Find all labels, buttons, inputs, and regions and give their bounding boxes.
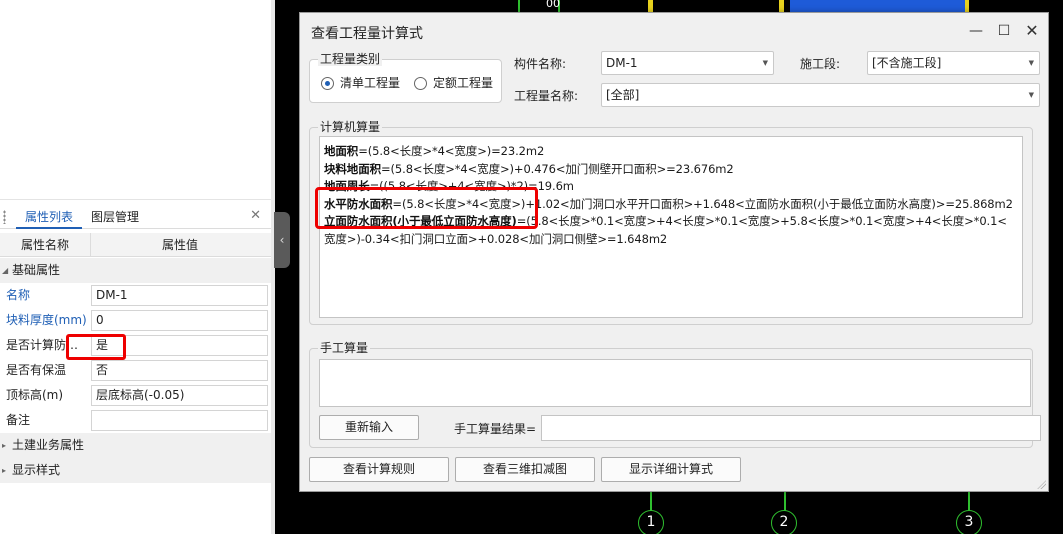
panel-tab-bar: 属性列表 图层管理 ✕: [0, 205, 271, 229]
quantity-formula-dialog: 查看工程量计算式 — ☐ ✕ 工程量类别 清单工程量 定额工程量 构件名称: D…: [299, 12, 1049, 492]
reinput-button[interactable]: 重新输入: [319, 415, 419, 440]
expand-arrow-icon[interactable]: ▸: [2, 458, 6, 483]
property-name: 是否有保温: [6, 363, 67, 377]
stage-select[interactable]: [不含施工段] ▼: [867, 51, 1040, 75]
property-name: 块料厚度(mm): [6, 313, 87, 327]
column-header-name: 属性名称: [0, 233, 91, 257]
radio-quota-quantity[interactable]: 定额工程量: [414, 74, 504, 92]
calc-line: 地面积=(5.8<长度>*4<宽度>)=23.2m2: [324, 143, 1018, 161]
calc-line-text: =(5.8<长度>*4<宽度>)=23.2m2: [358, 144, 545, 158]
select-value: [不含施工段]: [872, 56, 942, 70]
axis-bubble-1: 1: [638, 510, 664, 534]
column-header-value: 属性值: [161, 238, 198, 252]
property-value-field[interactable]: 层底标高(-0.05): [91, 385, 268, 406]
highlight-box-waterproof-area: [315, 187, 538, 229]
panel-empty-area: [0, 0, 271, 200]
property-row-thickness[interactable]: 块料厚度(mm) 0: [0, 308, 271, 333]
panel-bottom-space: [0, 483, 271, 534]
property-panel: 属性列表 图层管理 ✕ 属性名称 属性值 ◢ 基础属性 名称 DM-1 块料厚度…: [0, 0, 271, 534]
radio-label[interactable]: 定额工程量: [433, 74, 493, 92]
property-table-header: 属性名称 属性值: [0, 233, 271, 257]
group-civil-properties[interactable]: ▸ 土建业务属性: [0, 433, 271, 458]
calc-line-label: 地面积: [324, 144, 359, 158]
property-name: 顶标高(m): [6, 388, 64, 402]
axis-line-1: [650, 492, 652, 512]
quantity-name-select[interactable]: [全部] ▼: [601, 83, 1040, 107]
group-basic-properties[interactable]: ◢ 基础属性: [0, 258, 271, 283]
radio-unselected-icon[interactable]: [414, 77, 427, 90]
computer-calc-legend: 计算机算量: [318, 120, 383, 134]
property-name: 备注: [6, 413, 31, 427]
axis-line-2: [784, 492, 786, 512]
dropdown-arrow-icon[interactable]: ▼: [1029, 52, 1034, 74]
highlight-box-waterproof: [66, 334, 126, 360]
group-label: 土建业务属性: [12, 438, 85, 452]
manual-calc-group: 手工算量 重新输入 手工算量结果=: [309, 341, 1041, 448]
quantity-type-legend: 工程量类别: [318, 52, 383, 66]
collapse-panel-icon[interactable]: ‹: [274, 212, 290, 268]
axis-top-line-a: [518, 0, 520, 12]
manual-result-label: 手工算量结果=: [454, 422, 537, 436]
property-row-waterproof[interactable]: 是否计算防… 是: [0, 333, 271, 358]
quantity-name-label: 工程量名称:: [514, 89, 579, 103]
maximize-icon[interactable]: ☐: [995, 22, 1013, 40]
close-icon[interactable]: ✕: [1023, 22, 1041, 40]
drag-handle-icon[interactable]: [3, 210, 6, 224]
close-icon[interactable]: ✕: [250, 208, 261, 223]
axis-bubble-3: 3: [956, 510, 982, 534]
axis-line-3: [968, 492, 970, 512]
resize-grip-icon[interactable]: [1036, 479, 1046, 489]
select-value: [全部]: [606, 88, 640, 102]
calc-line-text: =(5.8<长度>*4<宽度>)+0.476<加门侧壁开口面积>=23.676m…: [381, 161, 734, 176]
dialog-title: 查看工程量计算式: [311, 26, 423, 42]
collapse-arrow-icon[interactable]: ◢: [2, 258, 8, 283]
property-value-field[interactable]: DM-1: [91, 285, 268, 306]
radio-selected-icon[interactable]: [321, 77, 334, 90]
group-label: 基础属性: [12, 263, 61, 277]
show-detail-formula-button[interactable]: 显示详细计算式: [601, 457, 741, 482]
manual-calc-input[interactable]: [319, 359, 1031, 407]
cad-blue-element[interactable]: [790, 0, 965, 12]
expand-arrow-icon[interactable]: ▸: [2, 433, 6, 458]
property-row-remark[interactable]: 备注: [0, 408, 271, 433]
minimize-icon[interactable]: —: [967, 22, 985, 40]
property-row-insulation[interactable]: 是否有保温 否: [0, 358, 271, 383]
radio-label[interactable]: 清单工程量: [340, 74, 400, 92]
quantity-type-group: 工程量类别 清单工程量 定额工程量: [309, 52, 504, 103]
calc-line: 块料地面积=(5.8<长度>*4<宽度>)+0.476<加门侧壁开口面积>=23…: [324, 161, 1018, 179]
manual-calc-legend: 手工算量: [318, 341, 371, 355]
tab-property-list[interactable]: 属性列表: [16, 205, 82, 229]
property-row-top-elevation[interactable]: 顶标高(m) 层底标高(-0.05): [0, 383, 271, 408]
property-value-field[interactable]: 否: [91, 360, 268, 381]
select-value: DM-1: [606, 56, 638, 70]
property-value-field[interactable]: [91, 410, 268, 431]
view-calc-rules-button[interactable]: 查看计算规则: [309, 457, 449, 482]
property-value-field[interactable]: 0: [91, 310, 268, 331]
component-name-select[interactable]: DM-1 ▼: [601, 51, 774, 75]
group-label: 显示样式: [12, 463, 61, 477]
axis-bubble-2: 2: [771, 510, 797, 534]
property-row-name[interactable]: 名称 DM-1: [0, 283, 271, 308]
radio-bill-quantity[interactable]: 清单工程量: [321, 74, 411, 92]
group-display-style[interactable]: ▸ 显示样式: [0, 458, 271, 483]
dropdown-arrow-icon[interactable]: ▼: [1029, 84, 1034, 106]
tab-layer-management[interactable]: 图层管理: [91, 205, 151, 229]
view-3d-deduction-button[interactable]: 查看三维扣减图: [455, 457, 595, 482]
calc-line-label: 块料地面积: [324, 161, 381, 176]
manual-result-field[interactable]: [541, 415, 1041, 441]
stage-label: 施工段:: [800, 57, 841, 71]
component-name-label: 构件名称:: [514, 57, 567, 71]
dropdown-arrow-icon[interactable]: ▼: [763, 52, 768, 74]
property-name: 名称: [6, 288, 31, 302]
